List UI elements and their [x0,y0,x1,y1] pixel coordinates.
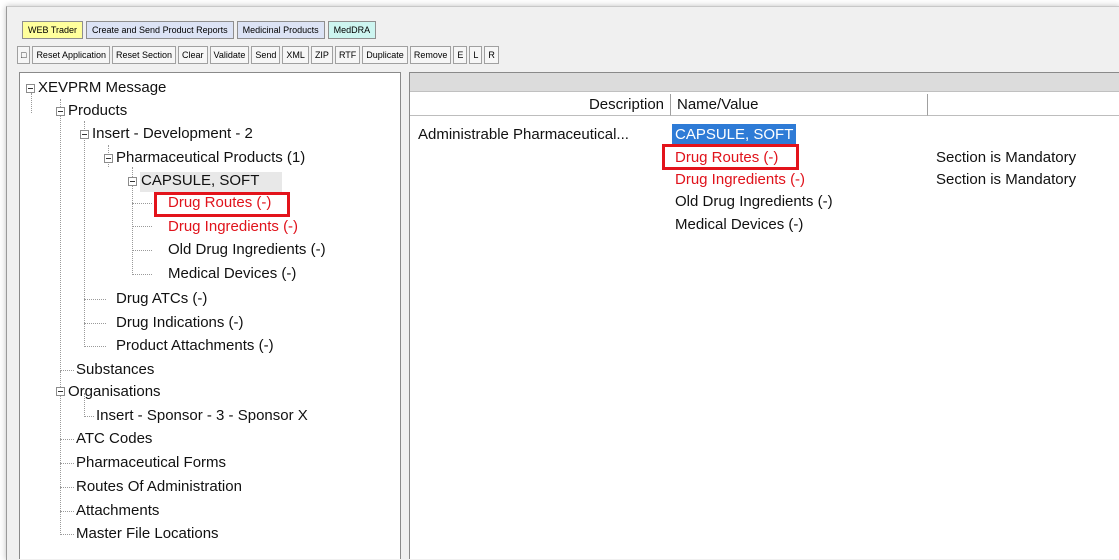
validate-button[interactable]: Validate [209,46,250,64]
column-header-description[interactable]: Description [410,94,671,116]
tree-item-routes-of-administration[interactable]: Routes Of Administration [76,477,242,497]
tree-item-products[interactable]: Products [68,101,127,121]
clear-button[interactable]: Clear [178,46,208,64]
tab-medicinal-products[interactable]: Medicinal Products [236,21,325,39]
xml-button[interactable]: XML [282,46,309,64]
tab-bar: WEB Trader Create and Send Product Repor… [22,21,377,39]
description-cell[interactable]: Administrable Pharmaceutical... [418,124,629,145]
tree-item-pharmaceutical-forms[interactable]: Pharmaceutical Forms [76,453,226,473]
tree-item-drug-indications[interactable]: Drug Indications (-) [116,313,244,333]
mandatory-note-drug-ingredients: Section is Mandatory [936,171,1077,188]
details-grid[interactable]: Description Name/Value Administrable Pha… [409,72,1119,559]
tree-item-attachments[interactable]: Attachments [76,501,159,521]
tree-item-master-file-locations[interactable]: Master File Locations [76,524,219,544]
zip-button[interactable]: ZIP [310,46,333,64]
mandatory-note-drug-routes: Section is Mandatory [936,149,1077,166]
duplicate-button[interactable]: Duplicate [362,46,408,64]
send-button[interactable]: Send [251,46,281,64]
tree-item-xevprm-message[interactable]: XEVPRM Message [38,78,166,98]
toolbar: □ Reset Application Reset Section Clear … [17,45,499,65]
drug-routes-highlight-box [154,192,290,217]
grid-top-bar [410,73,1119,92]
e-button[interactable]: E [453,46,468,64]
collapse-icon[interactable] [56,107,65,116]
tab-meddra[interactable]: MedDRA [327,21,377,39]
tree-item-insert-development[interactable]: Insert - Development - 2 [92,124,253,144]
tab-create-send-reports[interactable]: Create and Send Product Reports [86,21,234,39]
drug-routes-value-highlight-box [662,144,799,170]
tab-web-trader[interactable]: WEB Trader [22,21,84,39]
collapse-icon[interactable] [128,177,137,186]
value-cell-drug-ingredients[interactable]: Drug Ingredients (-) [675,169,805,190]
collapse-icon[interactable] [80,130,89,139]
pane-splitter[interactable] [402,72,409,559]
r-button[interactable]: R [484,46,499,64]
value-cell-medical-devices[interactable]: Medical Devices (-) [675,214,803,235]
collapse-icon[interactable] [26,84,35,93]
tree-pane[interactable]: XEVPRM Message Products Insert - Develop… [19,72,401,559]
tree-item-capsule-soft[interactable]: CAPSULE, SOFT [141,171,259,191]
reset-section-button[interactable]: Reset Section [111,46,177,64]
square-button[interactable]: □ [17,46,31,64]
l-button[interactable]: L [469,46,483,64]
value-cell-old-drug-ingredients[interactable]: Old Drug Ingredients (-) [675,191,833,212]
tree-item-old-drug-ingredients[interactable]: Old Drug Ingredients (-) [168,240,326,260]
tree-item-organisations[interactable]: Organisations [68,382,161,402]
collapse-icon[interactable] [104,154,113,163]
column-header-extra[interactable] [928,94,1119,116]
collapse-icon[interactable] [56,387,65,396]
value-cell-capsule-soft[interactable]: CAPSULE, SOFT [672,124,797,145]
tree-item-product-attachments[interactable]: Product Attachments (-) [116,336,274,356]
tree-item-drug-ingredients[interactable]: Drug Ingredients (-) [168,217,298,237]
rtf-button[interactable]: RTF [334,46,361,64]
remove-button[interactable]: Remove [409,46,452,64]
tree-item-insert-sponsor[interactable]: Insert - Sponsor - 3 - Sponsor X [96,406,308,426]
reset-application-button[interactable]: Reset Application [32,46,110,64]
column-header-name-value[interactable]: Name/Value [671,94,928,116]
tree-item-drug-atcs[interactable]: Drug ATCs (-) [116,289,207,309]
tree-item-pharmaceutical-products[interactable]: Pharmaceutical Products (1) [116,148,305,168]
tree-item-substances[interactable]: Substances [76,360,154,380]
tree-item-medical-devices[interactable]: Medical Devices (-) [168,264,296,284]
tree-item-atc-codes[interactable]: ATC Codes [76,429,152,449]
